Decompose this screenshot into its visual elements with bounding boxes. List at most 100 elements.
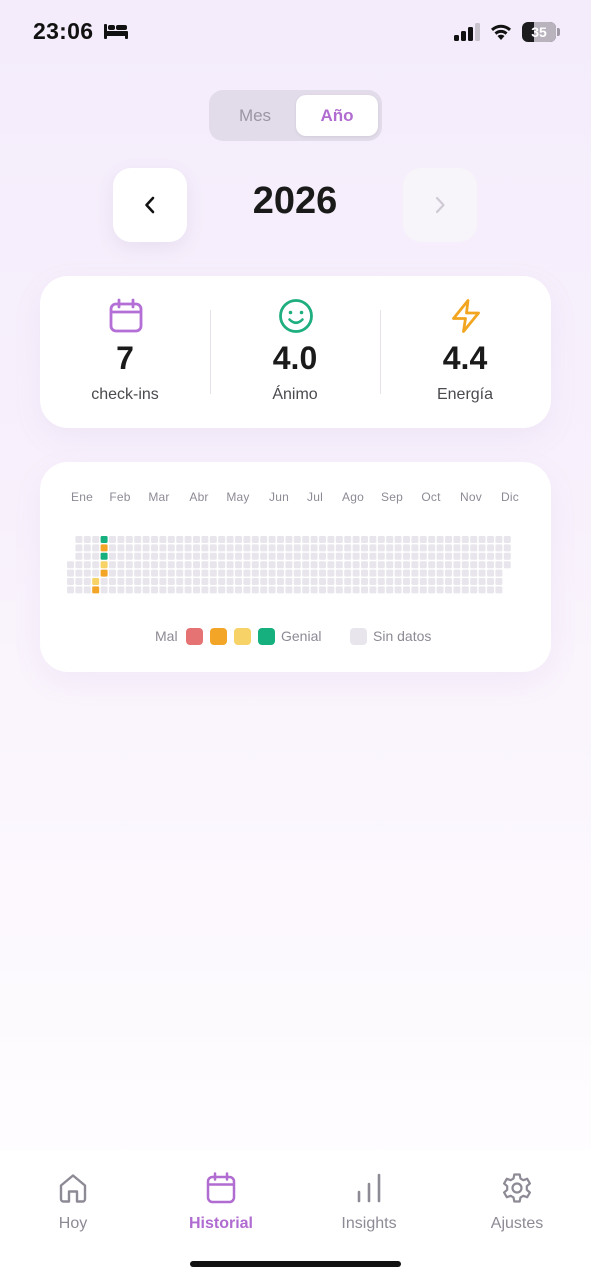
heatmap-cell <box>159 561 167 569</box>
heatmap-cell <box>445 544 452 552</box>
status-bar: 23:06 35 <box>0 0 591 62</box>
heatmap-cell <box>453 578 461 585</box>
heatmap-cell <box>83 544 91 552</box>
heatmap-cell <box>67 586 74 594</box>
heatmap-cell <box>302 552 310 560</box>
heatmap-cell <box>487 561 494 569</box>
tab-insights[interactable]: Insights <box>309 1170 429 1240</box>
heatmap-cell <box>260 569 268 577</box>
chevron-right-icon <box>435 196 445 214</box>
toggle-mes-button[interactable]: Mes <box>214 95 296 136</box>
heatmap-cell <box>361 586 368 594</box>
heatmap-cell <box>235 552 242 560</box>
heatmap-cell <box>403 544 410 552</box>
heatmap-cell <box>377 578 385 585</box>
heatmap-cell <box>109 578 116 585</box>
heatmap-cell <box>394 536 402 543</box>
heatmap-cell <box>268 561 276 569</box>
heatmap-cell <box>377 569 385 577</box>
toggle-ano-button[interactable]: Año <box>296 95 378 136</box>
heatmap-cell <box>369 552 377 560</box>
previous-year-button[interactable] <box>113 168 187 242</box>
heatmap-cell <box>394 586 402 594</box>
heatmap-cell <box>445 578 452 585</box>
heatmap-cell <box>209 544 217 552</box>
heatmap-cell <box>344 569 352 577</box>
heatmap-cell <box>151 578 158 585</box>
heatmap-cell <box>461 569 469 577</box>
heatmap-cell <box>394 569 402 577</box>
next-year-button[interactable] <box>403 168 477 242</box>
tab-hoy[interactable]: Hoy <box>13 1170 133 1240</box>
heatmap-cell <box>428 586 436 594</box>
heatmap-cell <box>310 586 318 594</box>
heatmap-cell <box>176 586 184 594</box>
heatmap-cell <box>327 586 335 594</box>
smile-icon <box>279 299 313 333</box>
heatmap-cell <box>109 552 116 560</box>
lightning-icon <box>452 299 480 333</box>
heatmap-cell <box>167 586 175 594</box>
heatmap-cell <box>428 561 436 569</box>
heatmap-cell <box>377 561 385 569</box>
heatmap-cell <box>310 552 318 560</box>
heatmap-cell <box>167 578 175 585</box>
heatmap-grid <box>67 536 511 594</box>
heatmap-cell <box>453 544 461 552</box>
heatmap-cell <box>453 536 461 543</box>
heatmap-cell <box>285 586 293 594</box>
heatmap-cell <box>478 586 486 594</box>
heatmap-cell <box>428 552 436 560</box>
heatmap-cell <box>268 578 276 585</box>
heatmap-cell <box>184 586 192 594</box>
heatmap-cell <box>75 552 83 560</box>
heatmap-cell <box>361 544 368 552</box>
heatmap-cell <box>352 544 360 552</box>
heatmap-cell <box>159 578 167 585</box>
heatmap-cell <box>470 536 478 543</box>
tab-ajustes[interactable]: Ajustes <box>457 1170 577 1240</box>
heatmap-cell <box>428 544 436 552</box>
heatmap-cell <box>487 586 494 594</box>
heatmap-cell <box>419 552 427 560</box>
heatmap-cell <box>386 586 394 594</box>
stat-checkins-label: check-ins <box>91 386 159 403</box>
heatmap-cell <box>226 561 234 569</box>
heatmap-cell <box>478 578 486 585</box>
heatmap-cell <box>117 552 125 560</box>
heatmap-cell <box>419 536 427 543</box>
stat-energy-label: Energía <box>436 386 494 403</box>
heatmap-cell <box>83 586 91 594</box>
heatmap-cell <box>327 552 335 560</box>
heatmap-cell <box>487 552 494 560</box>
heatmap-cell <box>159 569 167 577</box>
heatmap-cell <box>109 561 116 569</box>
heatmap-cell <box>495 569 503 577</box>
heatmap-cell <box>75 569 83 577</box>
heatmap-cell-filled <box>100 536 108 543</box>
heatmap-cell <box>226 569 234 577</box>
heatmap-cell <box>394 544 402 552</box>
stat-checkins-value: 7 <box>116 340 134 376</box>
heatmap-cell <box>327 578 335 585</box>
stat-checkins: 7 check-ins <box>40 276 210 428</box>
status-time: 23:06 <box>33 18 94 44</box>
heatmap-cell <box>134 544 142 552</box>
heatmap-cell <box>445 536 452 543</box>
legend-swatch-empty <box>350 628 367 645</box>
heatmap-cell <box>478 569 486 577</box>
heatmap-cell <box>83 552 91 560</box>
heatmap-cell <box>167 552 175 560</box>
heatmap-cell <box>218 552 226 560</box>
heatmap-cell <box>310 569 318 577</box>
heatmap-cell <box>167 536 175 543</box>
heatmap-cell <box>243 569 251 577</box>
tab-historial[interactable]: Historial <box>161 1170 281 1240</box>
heatmap-cell <box>495 536 503 543</box>
heatmap-cell <box>260 561 268 569</box>
heatmap-cell <box>453 552 461 560</box>
heatmap-cell <box>436 569 444 577</box>
heatmap-cell-filled <box>100 552 108 560</box>
heatmap-cell <box>386 561 394 569</box>
heatmap-cell <box>268 552 276 560</box>
